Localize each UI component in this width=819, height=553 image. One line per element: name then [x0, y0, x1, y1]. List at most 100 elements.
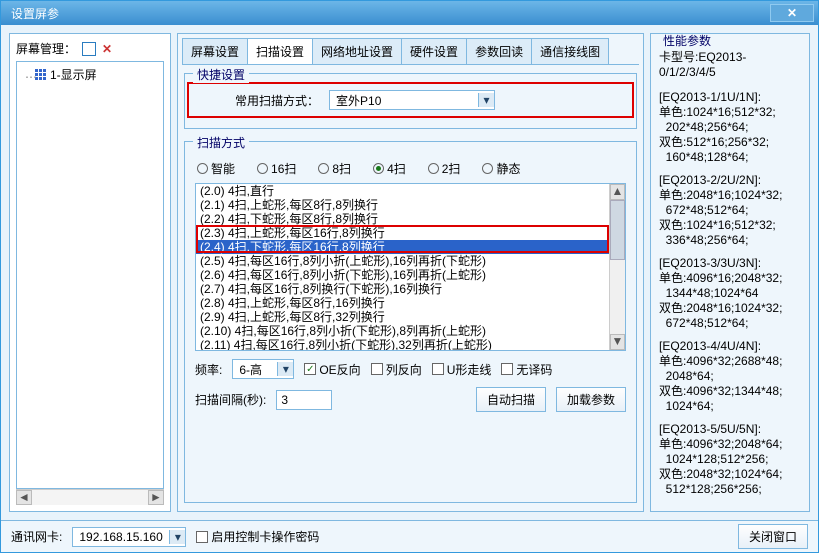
- tab-hardware[interactable]: 硬件设置: [401, 38, 467, 64]
- close-window-button[interactable]: 关闭窗口: [738, 524, 808, 549]
- tree-item-screen1[interactable]: 1-显示屏: [21, 66, 159, 83]
- scan-mode-radios: 智能 16扫 8扫 4扫 2扫 静态: [197, 160, 624, 177]
- tab-scan[interactable]: 扫描设置: [247, 38, 313, 64]
- list-item[interactable]: (2.5) 4扫,每区16行,8列小折(上蛇形),16列再折(下蛇形): [196, 254, 609, 268]
- scroll-right-icon[interactable]: ►: [148, 490, 164, 505]
- quick-highlight-box: 常用扫描方式： 室外P10 ▾: [187, 82, 634, 118]
- chk-no-decode[interactable]: 无译码: [501, 361, 552, 378]
- titlebar[interactable]: 设置屏参 ✕: [1, 1, 818, 25]
- perf-line: 1024*128;512*256;: [659, 452, 801, 467]
- tree-hscrollbar[interactable]: ◄ ►: [16, 489, 164, 505]
- chevron-down-icon[interactable]: ▾: [478, 93, 494, 107]
- scan-method-combo[interactable]: 室外P10 ▾: [329, 90, 495, 110]
- perf-line: 双色:2048*16;1024*32;: [659, 301, 801, 316]
- freq-combo[interactable]: 6-高▾: [232, 359, 294, 379]
- scroll-thumb[interactable]: [610, 200, 625, 260]
- screen-tree[interactable]: ⋯ 1-显示屏: [16, 61, 164, 489]
- freq-label: 频率:: [195, 361, 222, 378]
- perf-line: 672*48;512*64;: [659, 203, 801, 218]
- list-item[interactable]: (2.0) 4扫,直行: [196, 184, 609, 198]
- perf-line: 512*128;256*256;: [659, 482, 801, 497]
- perf-group: [EQ2013-5/5U/5N]:单色:4096*32;2048*64; 102…: [659, 422, 801, 497]
- list-vscrollbar[interactable]: ▲ ▼: [609, 184, 625, 350]
- scroll-track[interactable]: [32, 490, 148, 505]
- quick-settings-group: 快捷设置 常用扫描方式： 室外P10 ▾: [184, 73, 637, 129]
- radio-4[interactable]: 4扫: [373, 160, 406, 177]
- perf-group: [EQ2013-2/2U/2N]:单色:2048*16;1024*32; 672…: [659, 173, 801, 248]
- list-item[interactable]: (2.6) 4扫,每区16行,8列小折(下蛇形),16列再折(上蛇形): [196, 268, 609, 282]
- screen-manage-label: 屏幕管理：: [16, 40, 76, 57]
- perf-line: 双色:1024*16;512*32;: [659, 218, 801, 233]
- netcard-combo[interactable]: 192.168.15.160▾: [72, 527, 186, 547]
- footer: 通讯网卡: 192.168.15.160▾ 启用控制卡操作密码 关闭窗口: [1, 520, 818, 552]
- center-panel: 屏幕设置 扫描设置 网络地址设置 硬件设置 参数回读 通信接线图 快捷设置 常用…: [177, 33, 644, 512]
- scroll-up-icon[interactable]: ▲: [610, 184, 625, 200]
- tab-strip: 屏幕设置 扫描设置 网络地址设置 硬件设置 参数回读 通信接线图: [182, 38, 639, 65]
- tab-network[interactable]: 网络地址设置: [312, 38, 402, 64]
- add-screen-icon[interactable]: [82, 42, 96, 56]
- perf-group-head: [EQ2013-4/4U/4N]:: [659, 339, 801, 354]
- delete-screen-icon[interactable]: ✕: [102, 42, 112, 56]
- list-item[interactable]: (2.4) 4扫,下蛇形,每区16行,8列换行: [196, 240, 609, 254]
- body: 屏幕管理： ✕ ⋯ 1-显示屏 ◄ ► 屏幕设置 扫描设置: [1, 25, 818, 520]
- perf-line: 双色:2048*32;1024*64;: [659, 467, 801, 482]
- window-title: 设置屏参: [5, 5, 770, 22]
- chk-enable-password[interactable]: 启用控制卡操作密码: [196, 528, 319, 545]
- perf-line: 2048*64;: [659, 369, 801, 384]
- scan-method-label: 常用扫描方式：: [235, 92, 319, 109]
- tree-connector-icon: ⋯: [25, 70, 37, 84]
- list-item[interactable]: (2.3) 4扫,上蛇形,每区16行,8列换行: [196, 226, 609, 240]
- chevron-down-icon[interactable]: ▾: [169, 530, 185, 544]
- radio-8[interactable]: 8扫: [318, 160, 351, 177]
- list-item[interactable]: (2.8) 4扫,上蛇形,每区8行,16列换行: [196, 296, 609, 310]
- screen-manage-header: 屏幕管理： ✕: [16, 40, 164, 57]
- perf-line: 1344*48;1024*64: [659, 286, 801, 301]
- perf-group-head: [EQ2013-3/3U/3N]:: [659, 256, 801, 271]
- radio-static[interactable]: 静态: [482, 160, 520, 177]
- perf-line: 单色:4096*16;2048*32;: [659, 271, 801, 286]
- perf-line: 双色:512*16;256*32;: [659, 135, 801, 150]
- tab-readback[interactable]: 参数回读: [466, 38, 532, 64]
- perf-title: 性能参数: [659, 33, 715, 49]
- perf-line: 1024*64;: [659, 399, 801, 414]
- radio-2[interactable]: 2扫: [428, 160, 461, 177]
- load-params-button[interactable]: 加载参数: [556, 387, 626, 412]
- tab-wiring[interactable]: 通信接线图: [531, 38, 609, 64]
- list-item[interactable]: (2.11) 4扫,每区16行,8列小折(下蛇形),32列再折(上蛇形): [196, 338, 609, 351]
- perf-line: 单色:1024*16;512*32;: [659, 105, 801, 120]
- list-item[interactable]: (2.9) 4扫,上蛇形,每区8行,32列换行: [196, 310, 609, 324]
- perf-line: 单色:4096*32;2048*64;: [659, 437, 801, 452]
- perf-line: 336*48;256*64;: [659, 233, 801, 248]
- radio-smart[interactable]: 智能: [197, 160, 235, 177]
- perf-group: [EQ2013-3/3U/3N]:单色:4096*16;2048*32; 134…: [659, 256, 801, 331]
- left-panel: 屏幕管理： ✕ ⋯ 1-显示屏 ◄ ►: [9, 33, 171, 512]
- chk-col-reverse[interactable]: 列反向: [371, 361, 422, 378]
- list-item[interactable]: (2.7) 4扫,每区16行,8列换行(下蛇形),16列换行: [196, 282, 609, 296]
- chk-u-route[interactable]: U形走线: [432, 361, 492, 378]
- quick-group-title: 快捷设置: [193, 66, 249, 83]
- list-item[interactable]: (2.2) 4扫,下蛇形,每区8行,8列换行: [196, 212, 609, 226]
- list-item[interactable]: (2.10) 4扫,每区16行,8列小折(下蛇形),8列再折(上蛇形): [196, 324, 609, 338]
- perf-group: [EQ2013-1/1U/1N]:单色:1024*16;512*32; 202*…: [659, 90, 801, 165]
- close-icon[interactable]: ✕: [770, 4, 814, 22]
- perf-group-head: [EQ2013-5/5U/5N]:: [659, 422, 801, 437]
- perf-line: 单色:2048*16;1024*32;: [659, 188, 801, 203]
- scan-mode-group: 扫描方式 智能 16扫 8扫 4扫 2扫 静态 (2.0) 4扫,直行(2.1)…: [184, 141, 637, 503]
- scroll-down-icon[interactable]: ▼: [610, 334, 625, 350]
- dialog-window: 设置屏参 ✕ 屏幕管理： ✕ ⋯ 1-显示屏 ◄ ►: [0, 0, 819, 553]
- interval-input[interactable]: [276, 390, 332, 410]
- list-item[interactable]: (2.1) 4扫,上蛇形,每区8行,8列换行: [196, 198, 609, 212]
- interval-label: 扫描间隔(秒):: [195, 391, 266, 408]
- auto-scan-button[interactable]: 自动扫描: [476, 387, 546, 412]
- interval-row: 扫描间隔(秒): 自动扫描 加载参数: [195, 387, 626, 412]
- perf-header: 卡型号:EQ2013-0/1/2/3/4/5: [659, 50, 801, 80]
- chk-oe-reverse[interactable]: ✓OE反向: [304, 361, 360, 378]
- radio-16[interactable]: 16扫: [257, 160, 296, 177]
- perf-group-head: [EQ2013-1/1U/1N]:: [659, 90, 801, 105]
- perf-line: 160*48;128*64;: [659, 150, 801, 165]
- scroll-track[interactable]: [610, 260, 625, 334]
- tab-screen[interactable]: 屏幕设置: [182, 38, 248, 64]
- scroll-left-icon[interactable]: ◄: [16, 490, 32, 505]
- chevron-down-icon[interactable]: ▾: [277, 362, 293, 376]
- scan-list[interactable]: (2.0) 4扫,直行(2.1) 4扫,上蛇形,每区8行,8列换行(2.2) 4…: [195, 183, 626, 351]
